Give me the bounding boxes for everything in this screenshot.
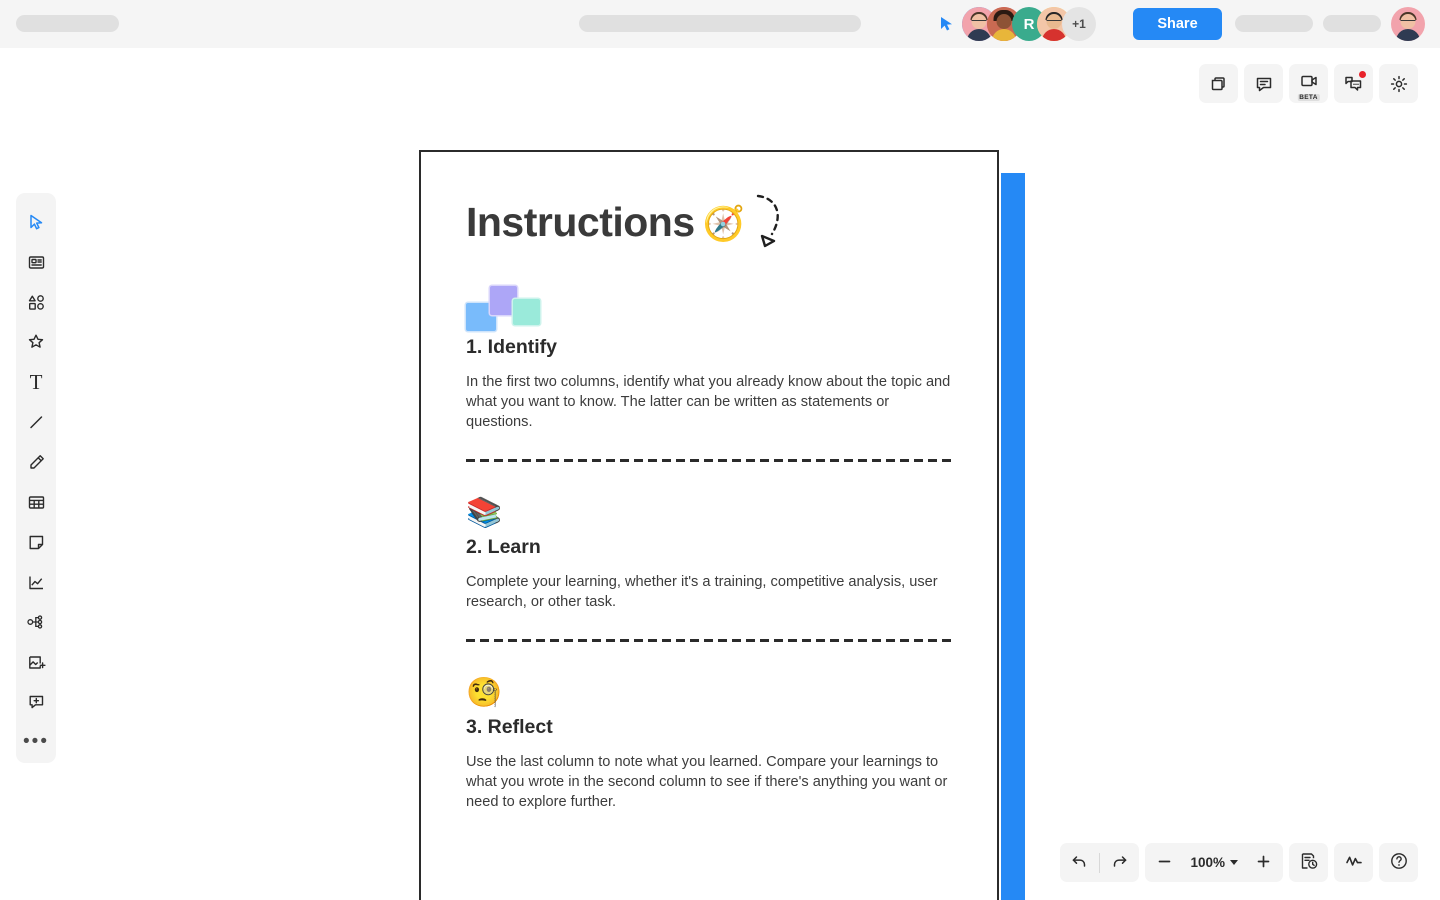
left-tool-sidebar: T ••• <box>16 193 56 763</box>
section-body: Use the last column to note what you lea… <box>466 754 948 810</box>
frames-icon-button[interactable] <box>1199 64 1238 103</box>
line-icon <box>27 413 46 432</box>
plus-icon <box>1255 853 1272 873</box>
activity-pulse-icon <box>1344 851 1364 874</box>
sidebar-tool-table[interactable] <box>16 482 56 522</box>
version-history-icon <box>1299 851 1319 874</box>
help-button[interactable] <box>1379 843 1418 882</box>
section-divider <box>466 459 952 462</box>
zoom-in-button[interactable] <box>1244 843 1283 882</box>
zoom-level-value: 100% <box>1190 855 1225 870</box>
chevron-down-icon <box>1230 860 1238 865</box>
sidebar-tool-shapes[interactable] <box>16 282 56 322</box>
help-group <box>1379 843 1418 882</box>
three-squares-icon <box>466 286 540 331</box>
sidebar-tool-diagram[interactable] <box>16 602 56 642</box>
blue-side-panel <box>1001 173 1025 900</box>
instruction-section: 1. Identify In the first two columns, id… <box>466 286 952 462</box>
header-placeholder-right-1 <box>1235 15 1313 32</box>
top-right-toolbar: BETA <box>1199 64 1418 103</box>
history-group <box>1060 843 1140 882</box>
books-icon: 📚 <box>466 497 503 529</box>
zoom-group: 100% <box>1145 843 1283 882</box>
flowchart-icon <box>26 612 46 632</box>
comment-icon-button[interactable] <box>1244 64 1283 103</box>
template-card-icon <box>27 253 46 272</box>
zoom-out-button[interactable] <box>1145 843 1184 882</box>
comment-add-icon <box>27 693 46 712</box>
section-body: In the first two columns, identify what … <box>466 374 951 430</box>
share-button[interactable]: Share <box>1133 8 1222 40</box>
header-placeholder-left <box>16 15 119 32</box>
table-icon <box>27 493 46 512</box>
frame-content: Instructions 🧭 1. Identify In the first … <box>421 152 997 812</box>
monocle-face-icon: 🧐 <box>466 677 503 709</box>
collaborator-avatars[interactable]: R +1 <box>962 7 1096 41</box>
collaborator-overflow-count[interactable]: +1 <box>1062 7 1096 41</box>
activity-group <box>1334 843 1373 882</box>
sidebar-tool-stickers[interactable] <box>16 322 56 362</box>
cursor-pointer-icon <box>938 15 956 33</box>
sidebar-tool-pen[interactable] <box>16 442 56 482</box>
app-root: R +1 Share BETA T ••• Instructions 🧭 1. … <box>0 0 1440 900</box>
redo-icon <box>1110 852 1129 874</box>
notification-badge <box>1359 71 1366 78</box>
compass-icon: 🧭 <box>702 205 745 243</box>
sidebar-tool-templates[interactable] <box>16 242 56 282</box>
avatar-image <box>1391 7 1425 41</box>
section-divider <box>466 639 952 642</box>
section-heading: 2. Learn <box>466 536 541 558</box>
section-heading: 1. Identify <box>466 336 558 358</box>
zoom-level-dropdown[interactable]: 100% <box>1184 855 1244 870</box>
version-history-group <box>1289 843 1328 882</box>
sidebar-tool-text[interactable]: T <box>16 362 56 402</box>
select-cursor-icon <box>27 213 46 232</box>
sidebar-tool-sticky-note[interactable] <box>16 522 56 562</box>
minus-icon <box>1156 853 1173 873</box>
help-icon <box>1389 851 1409 874</box>
page-title-text: Instructions <box>466 198 695 245</box>
instructions-frame[interactable]: Instructions 🧭 1. Identify In the first … <box>419 150 999 900</box>
page-title: Instructions 🧭 <box>466 192 952 252</box>
frames-icon <box>1209 74 1229 94</box>
text-icon: T <box>29 369 43 394</box>
sidebar-tool-select[interactable] <box>16 202 56 242</box>
video-icon <box>1299 71 1319 91</box>
sidebar-tool-image[interactable] <box>16 642 56 682</box>
instruction-section: 📚 2. Learn Complete your learning, wheth… <box>466 496 952 642</box>
chat-icon-button[interactable] <box>1334 64 1373 103</box>
sidebar-tool-add-comment[interactable] <box>16 682 56 722</box>
undo-button[interactable] <box>1060 843 1099 882</box>
shapes-icon <box>27 293 46 312</box>
bottom-toolbar: 100% <box>1060 843 1418 882</box>
square-mint <box>513 299 540 325</box>
dashed-arrow-decoration <box>752 192 798 252</box>
header-placeholder-center <box>579 15 861 32</box>
top-header-bar: R +1 Share <box>0 0 1440 48</box>
gear-icon <box>1389 74 1409 94</box>
gear-icon-button[interactable] <box>1379 64 1418 103</box>
current-user-avatar[interactable] <box>1391 7 1425 41</box>
version-history-button[interactable] <box>1289 843 1328 882</box>
activity-button[interactable] <box>1334 843 1373 882</box>
sidebar-tool-more[interactable]: ••• <box>16 722 56 762</box>
sticker-star-icon <box>26 332 46 352</box>
sidebar-tool-chart[interactable] <box>16 562 56 602</box>
comment-icon <box>1254 74 1274 94</box>
beta-badge: BETA <box>1297 94 1320 101</box>
sticky-note-icon <box>27 533 46 552</box>
video-icon-button[interactable]: BETA <box>1289 64 1328 103</box>
header-placeholder-right-2 <box>1323 15 1381 32</box>
more-tools-icon: ••• <box>23 731 49 752</box>
pen-icon <box>27 453 46 472</box>
undo-icon <box>1070 852 1089 874</box>
section-body: Complete your learning, whether it's a t… <box>466 574 938 610</box>
redo-button[interactable] <box>1100 843 1139 882</box>
chart-icon <box>27 573 46 592</box>
instruction-section: 🧐 3. Reflect Use the last column to note… <box>466 676 952 812</box>
sidebar-tool-line[interactable] <box>16 402 56 442</box>
image-add-icon <box>27 653 46 672</box>
section-heading: 3. Reflect <box>466 716 553 738</box>
